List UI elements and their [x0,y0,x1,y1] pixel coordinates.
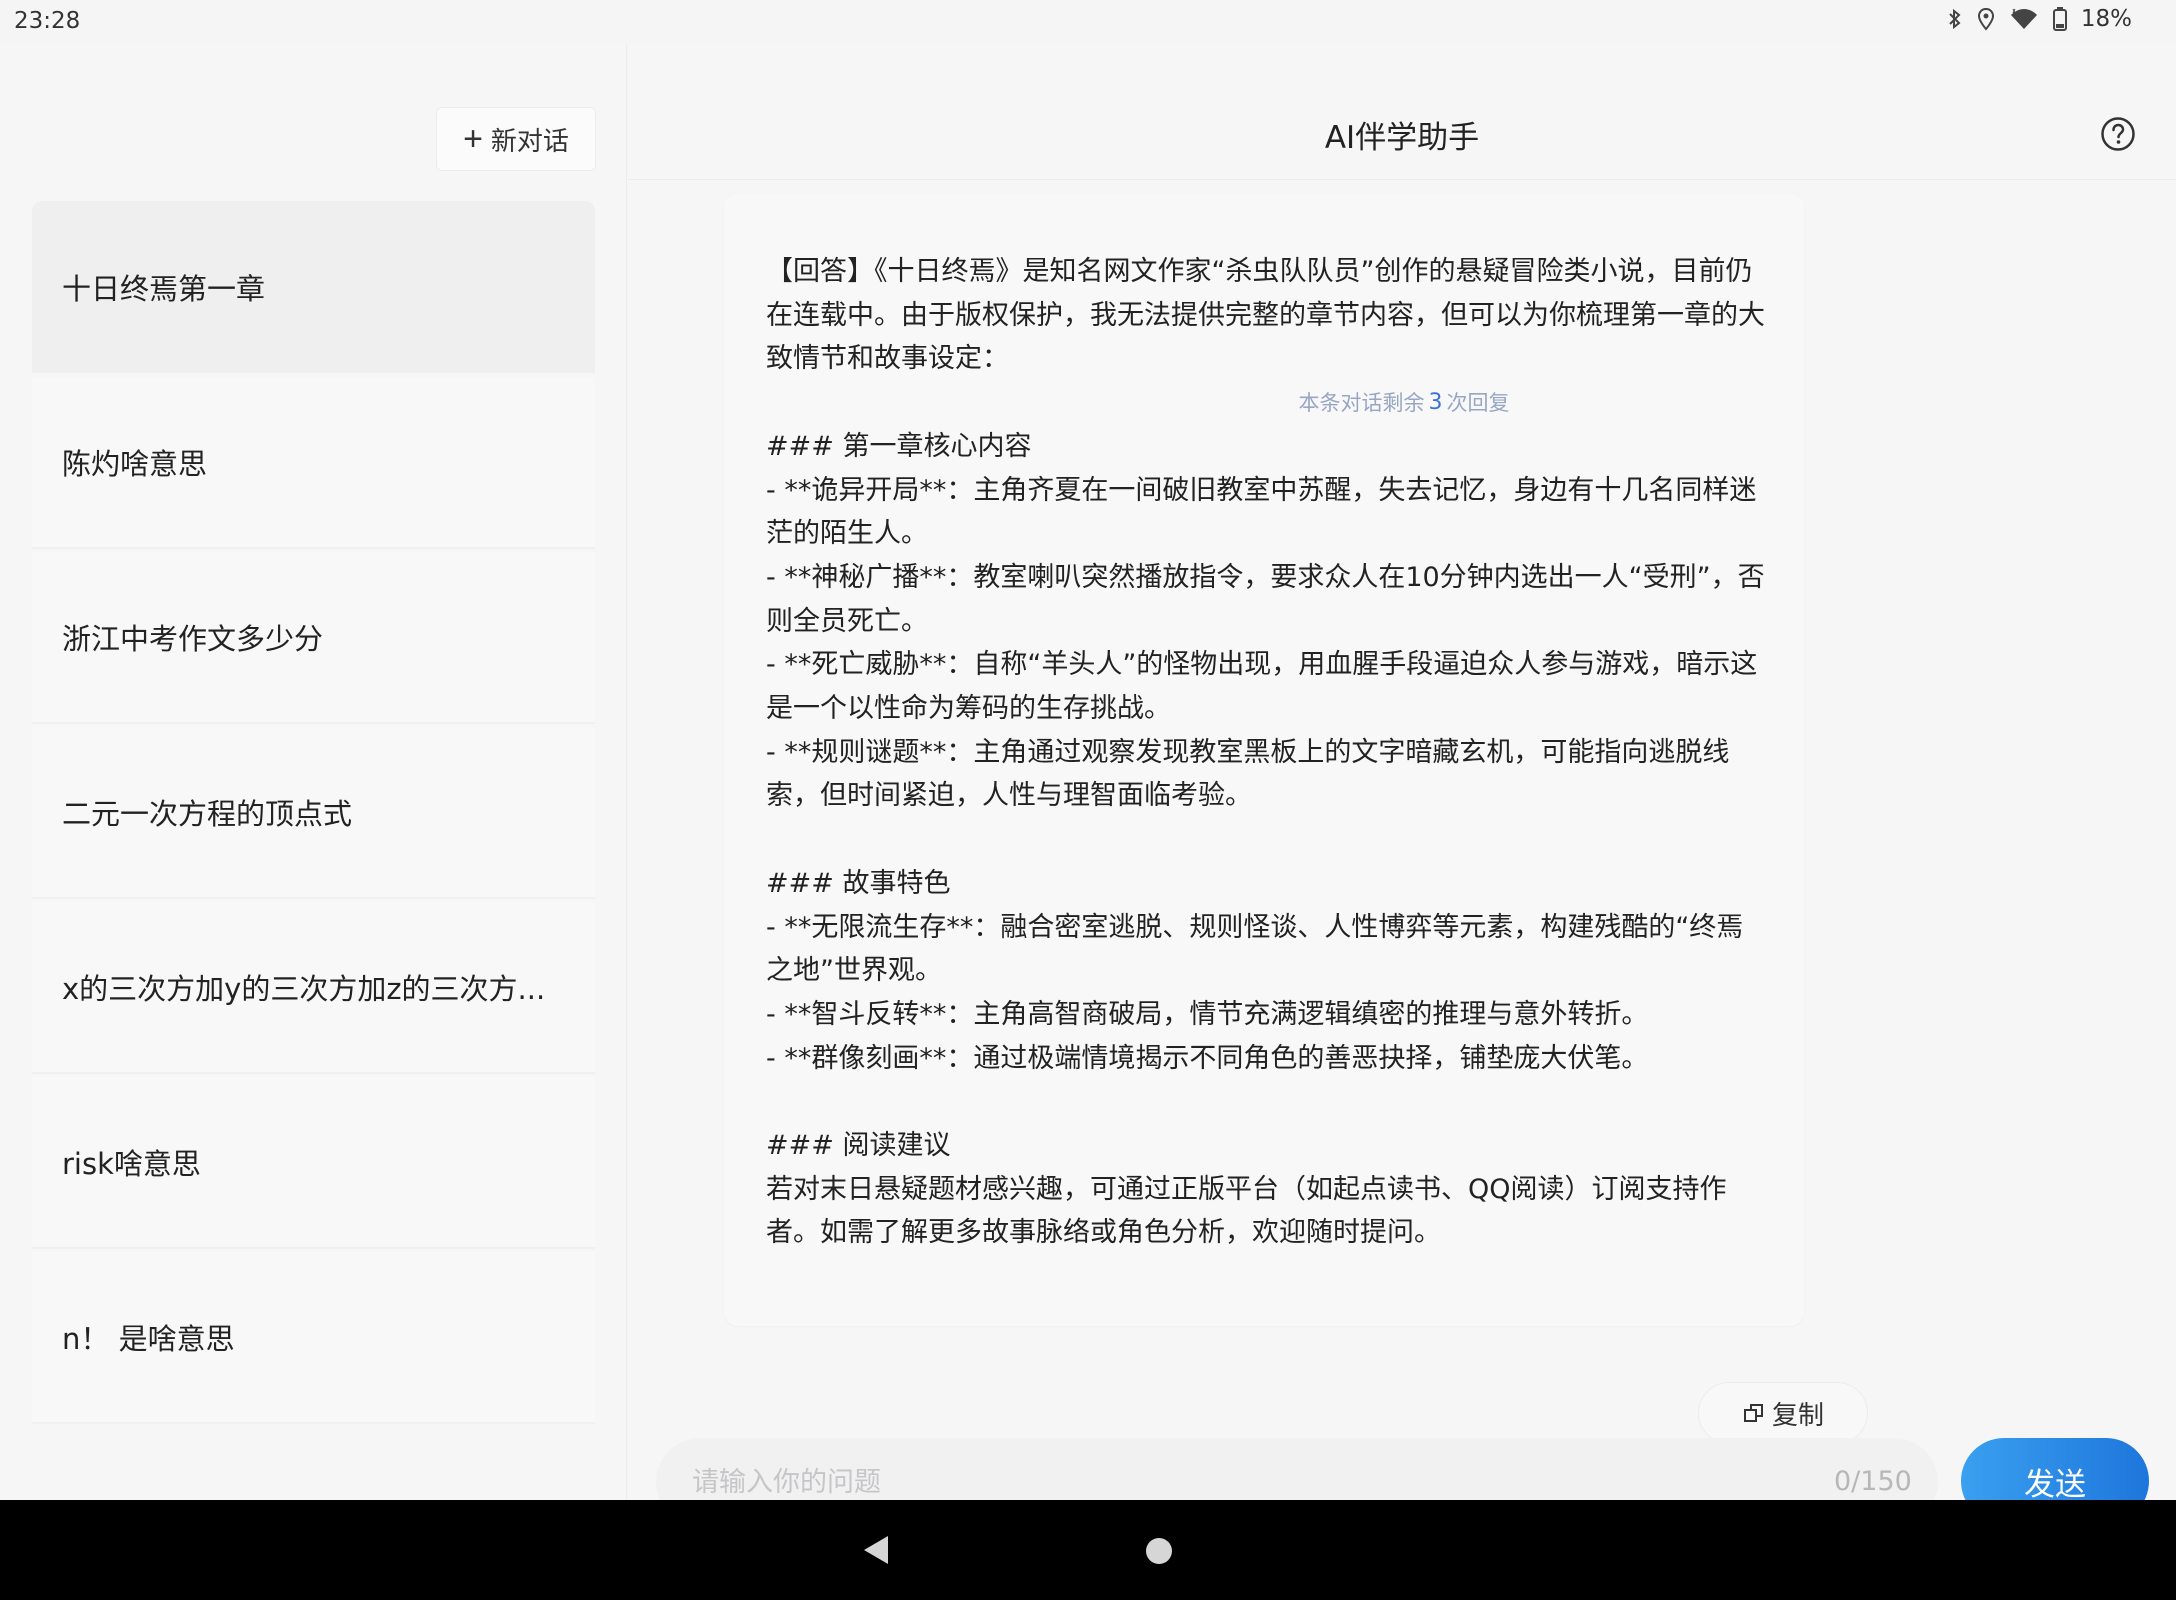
answer-card: 【回答】《十日终焉》是知名网文作家“杀虫队队员”创作的悬疑冒险类小说，目前仍在连… [724,194,1868,1444]
system-nav-bar [0,1500,2176,1600]
wifi-icon [2010,8,2037,29]
history-item[interactable]: n！ 是啥意思 [32,1252,595,1424]
remaining-replies-tip: 本条对话剩余 3 次回复 [1254,378,1554,426]
battery-level: 18% [2080,6,2132,32]
history-item-label: 十日终焉第一章 [62,272,266,306]
plus-icon: + [463,120,483,158]
battery-icon [2052,7,2067,31]
history-item-label: 浙江中考作文多少分 [62,622,324,656]
history-item-label: 二元一次方程的顶点式 [62,797,353,831]
remaining-count: 3 [1428,389,1443,415]
history-item[interactable]: 浙江中考作文多少分 [32,552,595,724]
history-item-label: risk啥意思 [62,1147,201,1181]
bluetooth-icon [1949,8,1961,30]
history-item[interactable]: risk啥意思 [32,1077,595,1249]
status-time: 23:28 [14,8,81,34]
history-item[interactable]: 十日终焉第一章 [32,201,595,373]
new-chat-label: 新对话 [490,125,569,156]
location-icon [1977,7,1994,31]
home-icon[interactable] [1146,1538,1172,1564]
new-chat-button[interactable]: + 新对话 [436,107,596,171]
remaining-suffix: 次回复 [1446,391,1510,415]
help-circle-icon[interactable] [2100,116,2136,152]
chat-header: AI伴学助手 [628,44,2176,180]
screen: 23:28 18% + 新对话 十日终焉第一章 陈灼啥意思 浙江中考作文多少分 … [0,0,2176,1600]
history-item-label: 陈灼啥意思 [62,447,208,481]
chat-panel: AI伴学助手 【回答】《十日终焉》是知名网文作家“杀虫队队员”创作的悬疑冒险类小… [628,44,2176,1526]
history-item-label: x的三次方加y的三次方加z的三次方... [62,972,546,1006]
history-item[interactable]: 陈灼啥意思 [32,377,595,549]
status-bar: 23:28 18% [0,0,2176,44]
status-icons: 18% [1947,6,2132,32]
remaining-prefix: 本条对话剩余 [1298,391,1425,415]
char-counter: 0/150 [1834,1466,1912,1497]
history-item[interactable]: x的三次方加y的三次方加z的三次方... [32,902,595,1074]
page-title: AI伴学助手 [1324,120,1480,156]
history-item-label: n！ 是啥意思 [62,1322,235,1356]
conversation-sidebar: + 新对话 十日终焉第一章 陈灼啥意思 浙江中考作文多少分 二元一次方程的顶点式… [0,44,627,1500]
history-item[interactable]: 二元一次方程的顶点式 [32,727,595,899]
back-icon[interactable] [862,1534,890,1566]
